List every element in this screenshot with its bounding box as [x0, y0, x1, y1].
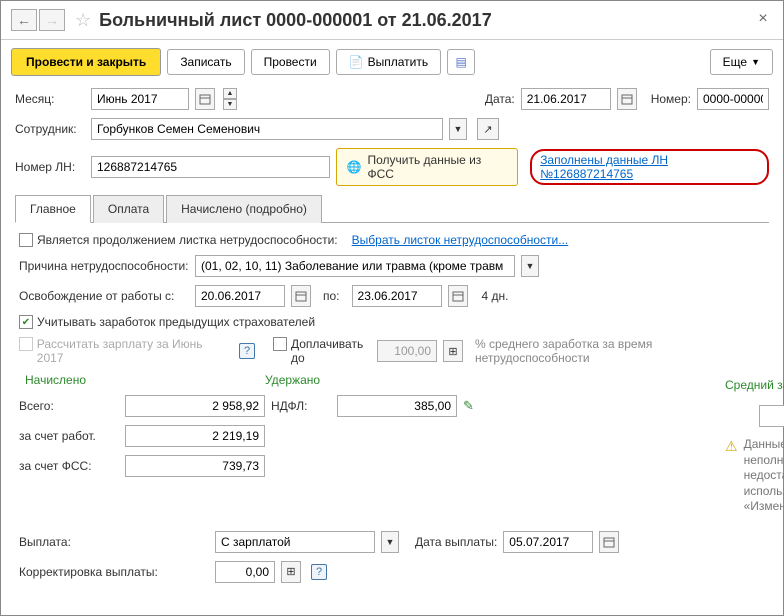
- submit-close-button[interactable]: Провести и закрыть: [11, 48, 161, 76]
- accrued-head: Начислено: [19, 373, 265, 387]
- save-button[interactable]: Записать: [167, 49, 244, 75]
- month-up[interactable]: ▲: [223, 88, 237, 99]
- date-to-input[interactable]: [352, 285, 442, 307]
- number-input[interactable]: [697, 88, 769, 110]
- payout-label: Выплата:: [19, 535, 209, 549]
- fss-input[interactable]: [125, 455, 265, 477]
- employer-input[interactable]: [125, 425, 265, 447]
- ndfl-input[interactable]: [337, 395, 457, 417]
- date-calendar-button[interactable]: [617, 88, 637, 110]
- employee-input[interactable]: [91, 118, 443, 140]
- reason-label: Причина нетрудоспособности:: [19, 259, 189, 273]
- report-button[interactable]: ▤: [447, 49, 475, 75]
- date-label: Дата:: [485, 92, 515, 106]
- back-button[interactable]: ←: [11, 9, 37, 31]
- select-sheet-link[interactable]: Выбрать листок нетрудоспособности...: [352, 233, 569, 247]
- ndfl-edit-icon[interactable]: ✎: [463, 398, 481, 414]
- payout-date-cal[interactable]: [599, 531, 619, 553]
- chevron-down-icon: ▼: [751, 57, 760, 67]
- extra-pay-checkbox[interactable]: [273, 337, 287, 351]
- ln-label: Номер ЛН:: [15, 160, 85, 174]
- tab-main[interactable]: Главное: [15, 195, 91, 223]
- fss-label: за счет ФСС:: [19, 459, 119, 473]
- more-button[interactable]: Еще ▼: [710, 49, 773, 75]
- calc-salary-label: Рассчитать зарплату за Июнь 2017: [37, 337, 229, 365]
- employee-label: Сотрудник:: [15, 122, 85, 136]
- calendar-icon: [295, 290, 307, 302]
- calendar-icon: [199, 93, 211, 105]
- employer-label: за счет работ.: [19, 429, 119, 443]
- payout-input[interactable]: [215, 531, 375, 553]
- list-icon: ▤: [455, 55, 466, 69]
- payout-dropdown[interactable]: ▼: [381, 531, 399, 553]
- correction-calc-button[interactable]: ⊞: [281, 561, 301, 583]
- fss-button[interactable]: 🌐 Получить данные из ФСС: [336, 148, 519, 186]
- employee-open-button[interactable]: ↗: [477, 118, 499, 140]
- reason-dropdown[interactable]: ▼: [521, 255, 539, 277]
- prev-earnings-label: Учитывать заработок предыдущих страховат…: [37, 315, 315, 329]
- correction-label: Корректировка выплаты:: [19, 565, 209, 579]
- close-icon[interactable]: ×: [753, 10, 773, 30]
- continuation-checkbox[interactable]: [19, 233, 33, 247]
- forward-button[interactable]: →: [39, 9, 65, 31]
- month-label: Месяц:: [15, 92, 85, 106]
- total-input[interactable]: [125, 395, 265, 417]
- avg-input[interactable]: [759, 405, 784, 427]
- help-calc[interactable]: ?: [239, 343, 255, 359]
- prev-earnings-checkbox[interactable]: [19, 315, 33, 329]
- ln-input[interactable]: [91, 156, 330, 178]
- month-input[interactable]: [91, 88, 189, 110]
- warning-text: Данные о заработке неполные. Для ввода н…: [744, 437, 784, 515]
- correction-input[interactable]: [215, 561, 275, 583]
- date-to-cal[interactable]: [448, 285, 468, 307]
- percent-input: [377, 340, 437, 362]
- withheld-head: Удержано: [265, 373, 320, 387]
- extra-pay-label: Доплачивать до: [291, 337, 371, 365]
- employee-dropdown[interactable]: ▼: [449, 118, 467, 140]
- reason-input[interactable]: [195, 255, 515, 277]
- globe-icon: 🌐: [347, 160, 362, 174]
- percent-text: % среднего заработка за время нетрудоспо…: [475, 337, 675, 365]
- month-down[interactable]: ▼: [223, 99, 237, 110]
- warning-icon: ⚠: [725, 437, 738, 515]
- ln-data-link[interactable]: Заполнены данные ЛН №126887214765: [530, 149, 769, 185]
- total-label: Всего:: [19, 399, 119, 413]
- month-calendar-button[interactable]: [195, 88, 215, 110]
- number-label: Номер:: [651, 92, 691, 106]
- payout-date-label: Дата выплаты:: [415, 535, 497, 549]
- pay-button[interactable]: 📄 Выплатить: [336, 49, 441, 75]
- days-text: 4 дн.: [482, 289, 509, 303]
- window-title: Больничный лист 0000-000001 от 21.06.201…: [99, 10, 753, 31]
- ndfl-label: НДФЛ:: [271, 399, 331, 413]
- star-icon[interactable]: ☆: [75, 10, 91, 31]
- date-from-cal[interactable]: [291, 285, 311, 307]
- calendar-icon: [621, 93, 633, 105]
- date-input[interactable]: [521, 88, 611, 110]
- tab-payment[interactable]: Оплата: [93, 195, 164, 223]
- percent-calc-button[interactable]: ⊞: [443, 340, 463, 362]
- money-icon: 📄: [349, 55, 364, 69]
- payout-date-input[interactable]: [503, 531, 593, 553]
- continuation-label: Является продолжением листка нетрудоспос…: [37, 233, 338, 247]
- help-correction[interactable]: ?: [311, 564, 327, 580]
- absence-label: Освобождение от работы с:: [19, 289, 189, 303]
- to-label: по:: [323, 289, 340, 303]
- calendar-icon: [603, 536, 615, 548]
- avg-head: Средний заработок: [725, 378, 784, 392]
- process-button[interactable]: Провести: [251, 49, 330, 75]
- date-from-input[interactable]: [195, 285, 285, 307]
- tab-details[interactable]: Начислено (подробно): [166, 195, 322, 223]
- calc-salary-checkbox: [19, 337, 33, 351]
- calendar-icon: [452, 290, 464, 302]
